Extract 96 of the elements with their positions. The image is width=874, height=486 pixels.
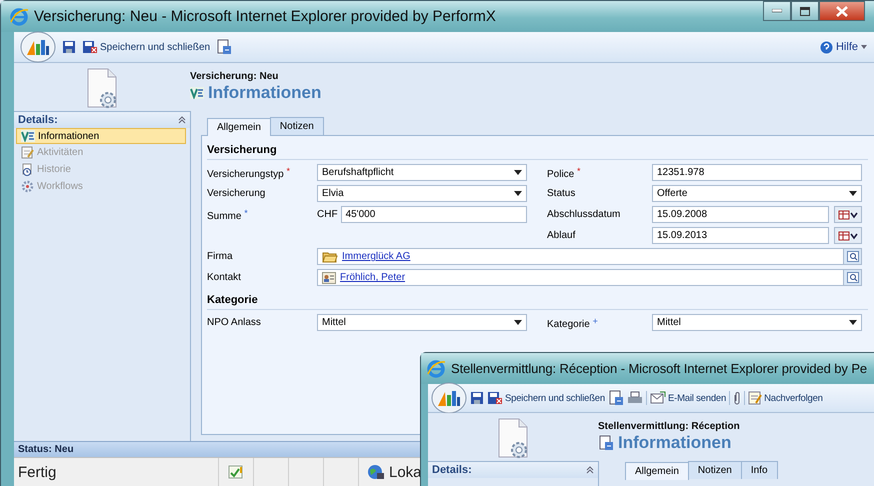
status-text: Fertig xyxy=(17,464,58,480)
folder-icon xyxy=(322,250,338,262)
close-button[interactable] xyxy=(819,1,865,21)
calendar-icon xyxy=(838,230,858,240)
bar-chart-orb-icon[interactable] xyxy=(431,382,467,414)
paperclip-icon[interactable] xyxy=(733,391,742,405)
select-field[interactable]: Berufshaftpflicht xyxy=(317,164,527,181)
maximize-icon xyxy=(800,6,810,16)
contact-card-icon xyxy=(322,272,336,284)
document-icon[interactable] xyxy=(598,435,614,451)
gear-icon xyxy=(21,180,34,193)
caret-icon[interactable] xyxy=(861,45,867,49)
sidebar-title: Details: xyxy=(432,464,472,476)
field-label: Kontakt xyxy=(207,272,241,283)
collapse-icon[interactable] xyxy=(586,466,594,474)
close-icon xyxy=(836,6,848,16)
warning-page-icon xyxy=(228,465,244,479)
calendar-button[interactable] xyxy=(834,206,862,223)
field-label: Police xyxy=(547,168,574,180)
field-label: Summe xyxy=(207,210,242,222)
tab[interactable]: Notizen xyxy=(688,461,742,479)
tab[interactable]: Allgemein xyxy=(207,118,271,136)
window-title: Versicherung: Neu - Microsoft Internet Explorer provided by PerformX xyxy=(34,8,496,25)
minimize-icon xyxy=(772,9,782,13)
page-title: Informationen xyxy=(208,83,322,103)
document-clock-icon xyxy=(21,163,34,176)
dropdown-arrow-icon[interactable] xyxy=(849,191,857,196)
save-close-button[interactable]: Speichern und schließen xyxy=(487,391,605,405)
document-icon[interactable] xyxy=(608,390,624,406)
search-icon xyxy=(846,272,858,283)
field-label: Firma xyxy=(207,251,233,262)
calendar-button[interactable] xyxy=(834,227,862,244)
field-label: NPO Anlass xyxy=(207,317,261,328)
date-field[interactable]: 15.09.2008 xyxy=(652,206,829,223)
field-label: Kategorie xyxy=(547,318,590,330)
calendar-icon xyxy=(838,210,858,220)
record-type: Versicherung: Neu xyxy=(190,71,280,82)
sidebar-title: Details: xyxy=(18,114,58,126)
section-title: Versicherung xyxy=(207,140,868,160)
notepad-icon xyxy=(748,391,762,405)
maximize-button[interactable] xyxy=(791,1,819,21)
form-status: Status: Neu xyxy=(18,444,74,455)
field-label: Status xyxy=(547,188,576,199)
record-link[interactable]: Fröhlich, Peter xyxy=(340,272,406,283)
field-label: Ablauf xyxy=(547,230,576,241)
bar-chart-orb-icon[interactable] xyxy=(20,31,56,63)
required-mark: * xyxy=(577,166,581,176)
dropdown-arrow-icon[interactable] xyxy=(849,320,857,325)
window-title: Stellenvermittlung: Réception - Microsoft Internet Explorer provided by Pe xyxy=(451,361,868,376)
record-link[interactable]: Immerglück AG xyxy=(342,251,410,262)
lookup-button[interactable] xyxy=(843,270,861,285)
required-mark: * xyxy=(286,166,290,176)
select-field[interactable]: Mittel xyxy=(317,314,527,331)
help-icon[interactable] xyxy=(820,40,833,54)
field-label: Versicherung xyxy=(207,188,266,199)
save-close-icon xyxy=(487,391,503,405)
search-icon xyxy=(846,251,858,262)
envelope-icon xyxy=(650,391,666,405)
select-field[interactable]: Mittel xyxy=(652,314,862,331)
minimize-button[interactable] xyxy=(763,1,791,21)
document-icon[interactable] xyxy=(216,39,232,55)
tab[interactable]: Info xyxy=(740,461,778,479)
field-label: Versicherungstyp xyxy=(207,168,284,180)
zone-text: Loka xyxy=(389,464,422,480)
printer-icon[interactable] xyxy=(626,391,643,405)
notepad-icon xyxy=(21,146,34,159)
input-field[interactable]: 45'000 xyxy=(340,206,527,223)
globe-icon xyxy=(367,464,385,480)
dropdown-arrow-icon[interactable] xyxy=(514,320,522,325)
save-close-button[interactable]: Speichern und schließen xyxy=(82,40,210,54)
tab[interactable]: Notizen xyxy=(270,117,324,135)
lookup-button[interactable] xyxy=(843,249,861,264)
browser-logo-icon xyxy=(9,6,29,26)
entity-icon xyxy=(21,130,35,142)
select-field[interactable]: Offerte xyxy=(652,185,862,202)
email-button[interactable]: E-Mail senden xyxy=(650,391,726,405)
collapse-icon[interactable] xyxy=(178,116,186,124)
entity-icon xyxy=(190,87,204,99)
section-title: Kategorie xyxy=(207,290,868,310)
field-label: Abschlussdatum xyxy=(547,209,620,220)
tab[interactable]: Allgemein xyxy=(625,462,689,480)
page-title: Informationen xyxy=(618,433,732,453)
input-field[interactable]: 12351.978 xyxy=(652,164,862,181)
required-mark: + xyxy=(592,316,598,326)
date-field[interactable]: 15.09.2013 xyxy=(652,227,829,244)
save-close-icon xyxy=(82,40,98,54)
dropdown-arrow-icon[interactable] xyxy=(514,170,522,175)
follow-up-button[interactable]: Nachverfolgen xyxy=(748,391,823,405)
browser-logo-icon xyxy=(426,358,446,378)
required-mark: * xyxy=(244,208,248,218)
dropdown-arrow-icon[interactable] xyxy=(514,191,522,196)
currency-label: CHF xyxy=(317,209,338,220)
select-field[interactable]: Elvia xyxy=(317,185,527,202)
help-link[interactable]: Hilfe xyxy=(836,41,858,53)
record-type: Stellenvermittlung: Réception xyxy=(598,421,740,432)
sidebar-item[interactable]: Informationen xyxy=(16,128,186,144)
